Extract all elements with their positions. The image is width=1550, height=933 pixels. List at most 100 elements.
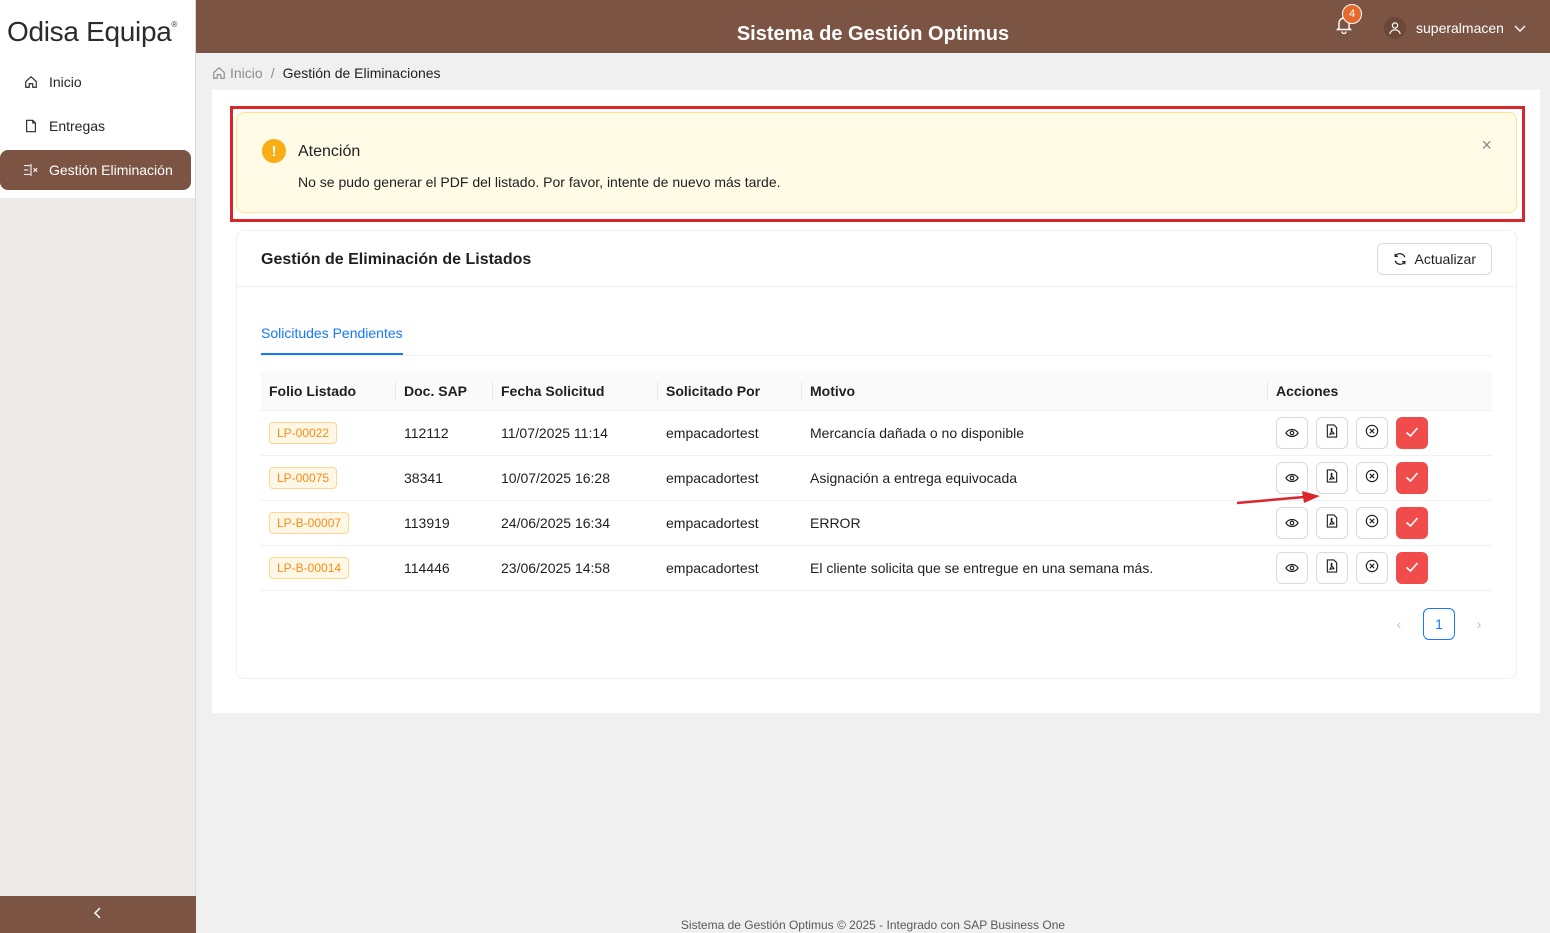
table-row: LP-00022 112112 11/07/2025 11:14 empacad… <box>261 410 1492 456</box>
reject-button[interactable] <box>1356 416 1388 449</box>
reject-button[interactable] <box>1356 461 1388 494</box>
solicitado-por-cell: empacadortest <box>658 410 802 456</box>
solicitado-por-cell: empacadortest <box>658 500 802 546</box>
col-acciones: Acciones <box>1268 372 1492 411</box>
col-motivo: Motivo <box>802 372 1268 411</box>
sidebar: Odisa Equipa® Inicio Entregas Gestión El… <box>0 0 196 933</box>
card-header: Gestión de Eliminación de Listados Actua… <box>237 231 1516 287</box>
sidebar-item-label: Gestión Eliminación <box>49 162 173 178</box>
breadcrumb-separator: / <box>270 65 275 81</box>
col-folio: Folio Listado <box>261 372 396 411</box>
motivo-cell: ERROR <box>802 500 1268 546</box>
eye-icon <box>1285 560 1299 576</box>
motivo-cell: El cliente solicita que se entregue en u… <box>802 545 1268 591</box>
file-pdf-icon <box>1326 514 1338 531</box>
username: superalmacen <box>1416 20 1504 36</box>
annotation-arrow-icon <box>1236 491 1320 505</box>
approve-button[interactable] <box>1396 416 1428 449</box>
solicitado-por-cell: empacadortest <box>658 545 802 591</box>
refresh-button[interactable]: Actualizar <box>1376 243 1492 275</box>
fecha-cell: 11/07/2025 11:14 <box>493 410 658 456</box>
annotation-highlight-box <box>230 106 1525 222</box>
table-row: LP-B-00014 114446 23/06/2025 14:58 empac… <box>261 545 1492 591</box>
folio-tag: LP-00022 <box>269 421 338 444</box>
approve-button[interactable] <box>1396 551 1428 584</box>
view-button[interactable] <box>1276 416 1308 449</box>
notification-badge: 4 <box>1342 4 1362 24</box>
eye-icon <box>1285 470 1299 486</box>
sidebar-item-inicio[interactable]: Inicio <box>0 62 191 102</box>
sidebar-item-label: Entregas <box>49 118 106 134</box>
solicitado-por-cell: empacadortest <box>658 455 802 501</box>
sidebar-collapse-button[interactable] <box>0 896 196 933</box>
check-icon <box>1405 515 1419 531</box>
sidebar-item-gestion-eliminacion[interactable]: Gestión Eliminación <box>0 150 191 190</box>
footer: Sistema de Gestión Optimus © 2025 - Inte… <box>680 918 1066 932</box>
doc-sap-cell: 113919 <box>396 500 493 546</box>
check-icon <box>1405 560 1419 576</box>
close-circle-icon <box>1365 559 1379 576</box>
pagination: ‹ 1 › <box>1383 608 1495 640</box>
close-circle-icon <box>1365 469 1379 486</box>
refresh-label: Actualizar <box>1414 251 1476 267</box>
folio-tag: LP-B-00014 <box>269 556 350 579</box>
delete-list-icon <box>23 162 39 178</box>
close-circle-icon <box>1365 424 1379 441</box>
file-pdf-icon <box>1326 469 1338 486</box>
pdf-button[interactable] <box>1316 506 1348 539</box>
avatar <box>1384 17 1406 39</box>
check-icon <box>1405 425 1419 441</box>
eye-icon <box>1285 425 1299 441</box>
approve-button[interactable] <box>1396 461 1428 494</box>
view-button[interactable] <box>1276 461 1308 494</box>
tab-solicitudes-pendientes[interactable]: Solicitudes Pendientes <box>261 325 403 355</box>
pdf-button[interactable] <box>1316 416 1348 449</box>
listados-card: Gestión de Eliminación de Listados Actua… <box>236 230 1517 679</box>
folio-tag: LP-B-00007 <box>269 511 350 534</box>
pagination-page-1[interactable]: 1 <box>1423 608 1455 640</box>
pagination-prev-button[interactable]: ‹ <box>1383 608 1415 640</box>
top-header: Sistema de Gestión Optimus 4 superalmace… <box>196 0 1550 53</box>
view-button[interactable] <box>1276 506 1308 539</box>
file-pdf-icon <box>1326 424 1338 441</box>
home-icon[interactable] <box>212 66 226 80</box>
reject-button[interactable] <box>1356 506 1388 539</box>
chevron-left-icon <box>93 904 103 925</box>
breadcrumb-current: Gestión de Eliminaciones <box>282 65 441 81</box>
user-menu[interactable]: superalmacen <box>1384 17 1526 39</box>
refresh-icon <box>1393 252 1407 266</box>
sidebar-menu: Inicio Entregas Gestión Eliminación <box>0 62 195 198</box>
pagination-next-button[interactable]: › <box>1463 608 1495 640</box>
col-doc-sap: Doc. SAP <box>396 372 493 411</box>
sidebar-item-entregas[interactable]: Entregas <box>0 106 191 146</box>
file-icon <box>23 118 39 134</box>
sidebar-item-label: Inicio <box>49 74 82 90</box>
pdf-button[interactable] <box>1316 551 1348 584</box>
chevron-down-icon <box>1514 20 1526 36</box>
doc-sap-cell: 112112 <box>396 410 493 456</box>
tabs: Solicitudes Pendientes <box>261 321 1492 356</box>
table-header-row: Folio Listado Doc. SAP Fecha Solicitud S… <box>261 372 1492 411</box>
doc-sap-cell: 114446 <box>396 545 493 591</box>
fecha-cell: 10/07/2025 16:28 <box>493 455 658 501</box>
motivo-cell: Mercancía dañada o no disponible <box>802 410 1268 456</box>
main-content: ! Atención No se pudo generar el PDF del… <box>212 90 1540 713</box>
breadcrumb: Inicio / Gestión de Eliminaciones <box>212 65 441 81</box>
breadcrumb-home-link[interactable]: Inicio <box>230 65 263 81</box>
eye-icon <box>1285 515 1299 531</box>
solicitudes-table: Folio Listado Doc. SAP Fecha Solicitud S… <box>261 372 1492 591</box>
motivo-cell: Asignación a entrega equivocada <box>802 455 1268 501</box>
folio-tag: LP-00075 <box>269 466 338 489</box>
view-button[interactable] <box>1276 551 1308 584</box>
doc-sap-cell: 38341 <box>396 455 493 501</box>
fecha-cell: 24/06/2025 16:34 <box>493 500 658 546</box>
col-solicitado-por: Solicitado Por <box>658 372 802 411</box>
close-circle-icon <box>1365 514 1379 531</box>
approve-button[interactable] <box>1396 506 1428 539</box>
reject-button[interactable] <box>1356 551 1388 584</box>
col-fecha: Fecha Solicitud <box>493 372 658 411</box>
fecha-cell: 23/06/2025 14:58 <box>493 545 658 591</box>
pdf-button[interactable] <box>1316 461 1348 494</box>
logo: Odisa Equipa® <box>0 0 195 62</box>
check-icon <box>1405 470 1419 486</box>
